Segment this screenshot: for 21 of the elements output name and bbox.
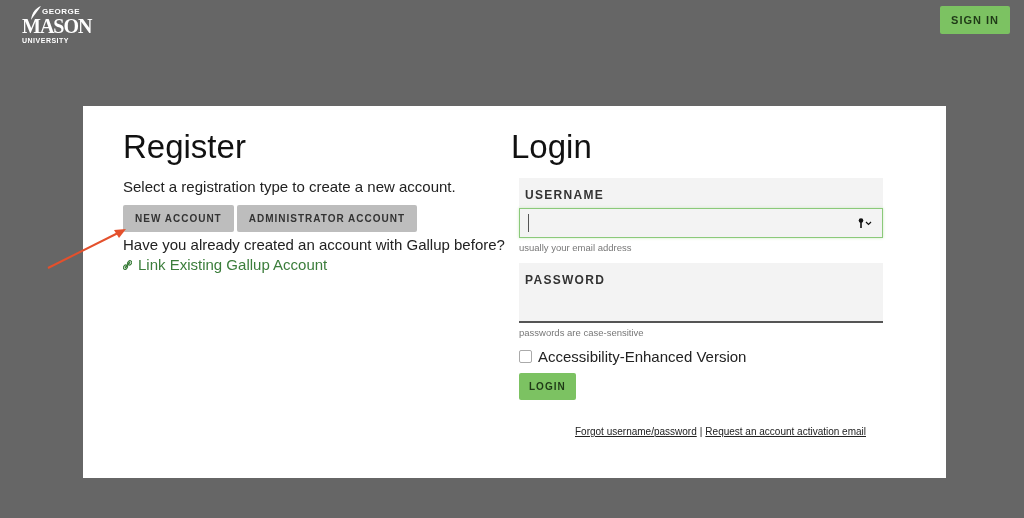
link-icon xyxy=(123,259,132,270)
password-field[interactable]: PASSWORD xyxy=(519,263,883,323)
login-title: Login xyxy=(511,128,593,166)
checkbox-label: Accessibility-Enhanced Version xyxy=(538,348,747,365)
hint-text: passwords are case-sensitive xyxy=(519,327,645,338)
checkbox[interactable] xyxy=(519,350,532,363)
sign-in-button[interactable]: SIGN IN xyxy=(940,6,1010,34)
username-field[interactable]: USERNAME xyxy=(519,178,883,238)
hint-text: usually your email address xyxy=(519,242,633,253)
instruction-text: Select a registration type to create a new account. xyxy=(123,178,457,195)
separator-text: | xyxy=(699,426,703,437)
account-type-button[interactable]: NEW ACCOUNT xyxy=(123,205,234,232)
link-existing-account[interactable]: Link Existing Gallup Account xyxy=(123,256,328,273)
logo-text: MASON xyxy=(22,16,92,36)
logo-text: GEORGE xyxy=(42,8,82,16)
forgot-link[interactable]: Forgot username/password xyxy=(575,426,697,437)
feather-icon xyxy=(30,6,42,20)
account-type-button[interactable]: ADMINISTRATOR ACCOUNT xyxy=(236,205,418,232)
login-button[interactable]: LOGIN xyxy=(519,373,576,400)
key-icon[interactable] xyxy=(858,218,874,228)
activation-link[interactable]: Request an account activation email xyxy=(705,426,866,437)
